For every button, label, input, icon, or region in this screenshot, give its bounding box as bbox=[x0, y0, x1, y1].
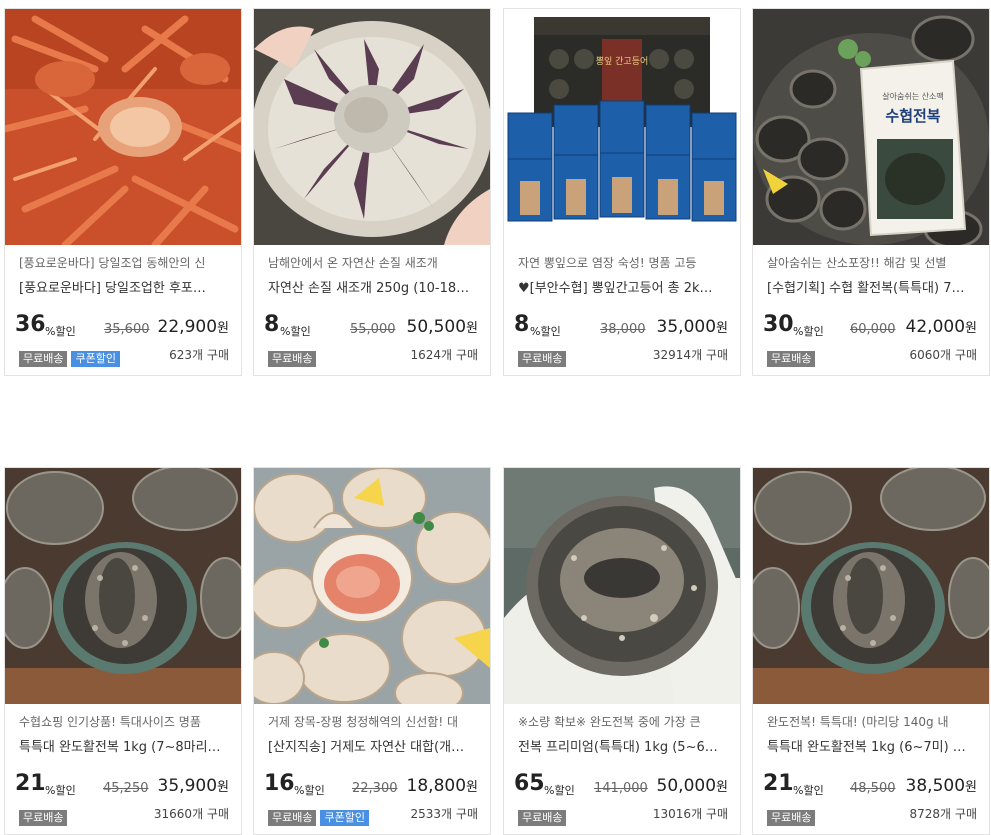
original-price: 45,250 bbox=[103, 781, 149, 796]
purchase-count: 13016개 구매 bbox=[652, 807, 728, 821]
discount-rate: 65 bbox=[514, 771, 545, 796]
discount-rate: 21 bbox=[763, 771, 794, 796]
discount-rate: 30 bbox=[763, 312, 794, 337]
purchase-count: 8728개 구매 bbox=[909, 807, 977, 821]
sale-price: 50,000원 bbox=[656, 776, 728, 796]
product-subtitle: 거제 장목-장평 청정해역의 신선함! 대 bbox=[268, 715, 458, 729]
original-price: 60,000 bbox=[850, 322, 896, 337]
product-card-clam[interactable]: 거제 장목-장평 청정해역의 신선함! 대 [산지직송] 거제도 자연산 대합(… bbox=[253, 467, 491, 835]
discount-label: %할인 bbox=[544, 784, 575, 797]
discount-label: %할인 bbox=[280, 325, 311, 338]
product-image-mackerel[interactable]: 뽕잎 간고등어 bbox=[504, 9, 740, 245]
sale-price: 35,900원 bbox=[157, 776, 229, 796]
badge-list: 무료배송 bbox=[767, 351, 816, 367]
product-name[interactable]: ♥[부안수협] 뽕잎간고등어 총 2k… bbox=[518, 277, 728, 296]
free-shipping-badge: 무료배송 bbox=[19, 351, 68, 367]
badge-list: 무료배송 쿠폰할인 bbox=[19, 351, 120, 367]
free-shipping-badge: 무료배송 bbox=[767, 351, 816, 367]
product-card-wando-abalone-2[interactable]: 완도전복! 특특대! (마리당 140g 내 특특대 완도활전복 1kg (6~… bbox=[752, 467, 990, 835]
abalone-pack-label: 수협전복 bbox=[885, 107, 940, 125]
sale-price: 50,500원 bbox=[406, 317, 478, 337]
abalone-pack-small-text: 살아숨쉬는 산소팩 bbox=[882, 91, 943, 101]
sale-price: 42,000원 bbox=[905, 317, 977, 337]
purchase-count: 2533개 구매 bbox=[410, 807, 478, 821]
badge-list: 무료배송 bbox=[268, 351, 317, 367]
sale-price: 22,900원 bbox=[157, 317, 229, 337]
product-subtitle: ※소량 확보※ 완도전복 중에 가장 큰 bbox=[518, 715, 701, 729]
product-name[interactable]: [풍요로운바다] 당일조업한 후포… bbox=[19, 277, 229, 296]
sale-price: 38,500원 bbox=[905, 776, 977, 796]
product-image-clam[interactable] bbox=[254, 468, 490, 704]
product-name[interactable]: 특특대 완도활전복 1kg (6~7미) … bbox=[767, 736, 977, 755]
original-price: 22,300 bbox=[352, 781, 398, 796]
product-image-cockle[interactable] bbox=[254, 9, 490, 245]
free-shipping-badge: 무료배송 bbox=[767, 810, 816, 826]
purchase-count: 32914개 구매 bbox=[652, 348, 728, 362]
badge-list: 무료배송 bbox=[518, 810, 567, 826]
purchase-count: 623개 구매 bbox=[169, 348, 229, 362]
sale-price: 18,800원 bbox=[406, 776, 478, 796]
discount-label: %할인 bbox=[294, 784, 325, 797]
product-image-wando-abalone[interactable] bbox=[753, 468, 989, 704]
product-name[interactable]: 전복 프리미엄(특특대) 1kg (5~6… bbox=[518, 736, 728, 755]
product-card-snow-crab[interactable]: [풍요로운바다] 당일조업 동해안의 신 [풍요로운바다] 당일조업한 후포… … bbox=[4, 8, 242, 376]
badge-list: 무료배송 bbox=[767, 810, 816, 826]
product-name[interactable]: [산지직송] 거제도 자연산 대합(개… bbox=[268, 736, 478, 755]
product-card-abalone-pack[interactable]: 살아숨쉬는 산소팩 수협전복 살아숨쉬는 산소포장!! 해감 및 선별 [수협기… bbox=[752, 8, 990, 376]
purchase-count: 1624개 구매 bbox=[410, 348, 478, 362]
original-price: 35,600 bbox=[104, 322, 150, 337]
product-image-snow-crab[interactable] bbox=[5, 9, 241, 245]
free-shipping-badge: 무료배송 bbox=[19, 810, 68, 826]
original-price: 48,500 bbox=[850, 781, 896, 796]
free-shipping-badge: 무료배송 bbox=[268, 810, 317, 826]
discount-rate: 21 bbox=[15, 771, 46, 796]
coupon-discount-badge: 쿠폰할인 bbox=[71, 351, 120, 367]
discount-label: %할인 bbox=[45, 325, 76, 338]
discount-label: %할인 bbox=[45, 784, 76, 797]
product-card-mackerel[interactable]: 뽕잎 간고등어 자연 뽕잎으로 염장 숙성! 명품 고등 ♥[부안수협] 뽕잎간… bbox=[503, 8, 741, 376]
product-subtitle: 살아숨쉬는 산소포장!! 해감 및 선별 bbox=[767, 256, 947, 270]
purchase-count: 6060개 구매 bbox=[909, 348, 977, 362]
discount-label: %할인 bbox=[530, 325, 561, 338]
original-price: 38,000 bbox=[600, 322, 646, 337]
free-shipping-badge: 무료배송 bbox=[518, 351, 567, 367]
discount-rate: 8 bbox=[514, 312, 530, 337]
product-subtitle: 자연 뽕잎으로 염장 숙성! 명품 고등 bbox=[518, 256, 697, 270]
product-card-abalone-premium[interactable]: ※소량 확보※ 완도전복 중에 가장 큰 전복 프리미엄(특특대) 1kg (5… bbox=[503, 467, 741, 835]
free-shipping-badge: 무료배송 bbox=[518, 810, 567, 826]
sale-price: 35,000원 bbox=[656, 317, 728, 337]
product-subtitle: [풍요로운바다] 당일조업 동해안의 신 bbox=[19, 256, 206, 270]
product-image-wando-abalone[interactable] bbox=[5, 468, 241, 704]
badge-list: 무료배송 bbox=[19, 810, 68, 826]
badge-list: 무료배송 bbox=[518, 351, 567, 367]
product-card-wando-abalone-1[interactable]: 수협쇼핑 인기상품! 특대사이즈 명품 특특대 완도활전복 1kg (7~8마리… bbox=[4, 467, 242, 835]
product-image-abalone-pack[interactable]: 살아숨쉬는 산소팩 수협전복 bbox=[753, 9, 989, 245]
product-subtitle: 완도전복! 특특대! (마리당 140g 내 bbox=[767, 715, 949, 729]
free-shipping-badge: 무료배송 bbox=[268, 351, 317, 367]
original-price: 141,000 bbox=[594, 781, 648, 796]
discount-rate: 16 bbox=[264, 771, 295, 796]
product-image-abalone-premium[interactable] bbox=[504, 468, 740, 704]
product-subtitle: 수협쇼핑 인기상품! 특대사이즈 명품 bbox=[19, 715, 201, 729]
product-name[interactable]: [수협기획] 수협 활전복(특특대) 7… bbox=[767, 277, 977, 296]
product-card-cockle[interactable]: 남해안에서 온 자연산 손질 새조개 자연산 손질 새조개 250g (10-1… bbox=[253, 8, 491, 376]
coupon-discount-badge: 쿠폰할인 bbox=[320, 810, 369, 826]
product-subtitle: 남해안에서 온 자연산 손질 새조개 bbox=[268, 256, 438, 270]
product-name[interactable]: 특특대 완도활전복 1kg (7~8마리… bbox=[19, 736, 229, 755]
badge-list: 무료배송 쿠폰할인 bbox=[268, 810, 369, 826]
discount-label: %할인 bbox=[793, 325, 824, 338]
mackerel-box-label: 뽕잎 간고등어 bbox=[596, 55, 649, 67]
discount-label: %할인 bbox=[793, 784, 824, 797]
original-price: 55,000 bbox=[350, 322, 396, 337]
discount-rate: 8 bbox=[264, 312, 280, 337]
discount-rate: 36 bbox=[15, 312, 46, 337]
purchase-count: 31660개 구매 bbox=[153, 807, 229, 821]
product-name[interactable]: 자연산 손질 새조개 250g (10-18… bbox=[268, 277, 478, 296]
